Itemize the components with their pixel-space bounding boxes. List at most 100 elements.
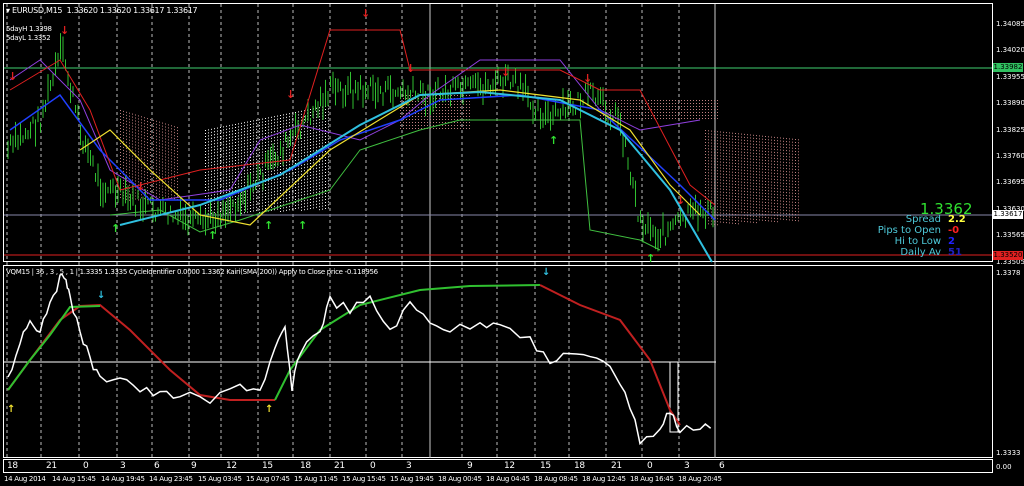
cloud-dot bbox=[223, 132, 224, 134]
cloud-dot bbox=[283, 186, 284, 188]
cloud-dot bbox=[265, 190, 266, 191]
cloud-dot bbox=[774, 181, 775, 183]
cloud-dot bbox=[741, 214, 742, 216]
cloud-dot bbox=[153, 146, 154, 148]
cloud-dot bbox=[171, 191, 172, 193]
cloud-dot bbox=[156, 177, 157, 179]
cloud-dot bbox=[168, 175, 169, 177]
cloud-dot bbox=[708, 166, 709, 168]
cloud-dot bbox=[150, 191, 151, 192]
cloud-dot bbox=[247, 157, 248, 159]
cloud-dot bbox=[165, 129, 166, 131]
cloud-dot bbox=[120, 164, 121, 165]
cloud-dot bbox=[135, 168, 136, 170]
cloud-dot bbox=[786, 162, 787, 164]
cloud-dot bbox=[711, 136, 712, 138]
cloud-dot bbox=[217, 163, 218, 165]
cloud-dot bbox=[208, 141, 209, 143]
cloud-dot bbox=[762, 150, 763, 152]
cloud-dot bbox=[153, 191, 154, 193]
cloud-dot bbox=[319, 161, 320, 163]
cloud-dot bbox=[271, 155, 272, 157]
cloud-dot bbox=[792, 213, 793, 215]
cloud-dot bbox=[238, 156, 239, 158]
cloud-dot bbox=[759, 192, 760, 194]
cloud-dot bbox=[313, 138, 314, 140]
cloud-dot bbox=[135, 195, 136, 197]
cloud-dot bbox=[624, 112, 625, 113]
cloud-dot bbox=[699, 109, 700, 110]
cloud-dot bbox=[277, 208, 278, 210]
cloud-dot bbox=[256, 209, 257, 211]
cloud-dot bbox=[141, 155, 142, 157]
cloud-dot bbox=[765, 142, 766, 143]
cloud-dot bbox=[132, 116, 133, 118]
cloud-dot bbox=[741, 199, 742, 201]
cloud-dot bbox=[265, 136, 266, 137]
cloud-dot bbox=[726, 138, 727, 140]
cloud-dot bbox=[675, 100, 676, 101]
cloud-dot bbox=[232, 151, 233, 153]
cloud-dot bbox=[280, 157, 281, 158]
cloud-dot bbox=[780, 173, 781, 175]
cloud-dot bbox=[162, 146, 163, 148]
cloud-dot bbox=[753, 179, 754, 181]
cloud-dot bbox=[129, 112, 130, 114]
cloud-dot bbox=[313, 135, 314, 137]
cloud-dot bbox=[156, 192, 157, 194]
cloud-dot bbox=[714, 169, 715, 171]
cloud-dot bbox=[271, 116, 272, 118]
cloud-dot bbox=[789, 165, 790, 167]
cloud-dot bbox=[307, 202, 308, 204]
cloud-dot bbox=[786, 204, 787, 206]
cloud-dot bbox=[439, 128, 440, 129]
cloud-dot bbox=[129, 199, 130, 201]
cloud-dot bbox=[798, 211, 799, 213]
cloud-dot bbox=[168, 163, 169, 165]
cloud-dot bbox=[307, 148, 308, 150]
cloud-dot bbox=[708, 130, 709, 132]
cloud-dot bbox=[256, 203, 257, 205]
cloud-dot bbox=[129, 160, 130, 162]
cloud-dot bbox=[298, 144, 299, 146]
cloud-dot bbox=[144, 126, 145, 128]
cloud-dot bbox=[741, 148, 742, 150]
cloud-dot bbox=[708, 115, 709, 116]
cloud-dot bbox=[729, 138, 730, 140]
cloud-dot bbox=[451, 110, 452, 111]
cloud-dot bbox=[735, 133, 736, 134]
cloud-dot bbox=[765, 190, 766, 191]
cloud-dot bbox=[448, 119, 449, 120]
cloud-dot bbox=[436, 116, 437, 117]
cloud-dot bbox=[120, 110, 121, 111]
cloud-dot bbox=[762, 144, 763, 146]
cloud-dot bbox=[241, 197, 242, 199]
cloud-dot bbox=[241, 200, 242, 202]
cloud-dot bbox=[304, 203, 305, 205]
cloud-dot bbox=[756, 159, 757, 161]
cloud-dot bbox=[765, 196, 766, 197]
cloud-dot bbox=[783, 194, 784, 196]
cloud-dot bbox=[771, 205, 772, 207]
cloud-dot bbox=[738, 133, 739, 135]
cloud-dot bbox=[322, 145, 323, 147]
cloud-dot bbox=[156, 138, 157, 140]
cloud-dot bbox=[409, 95, 410, 96]
cloud-dot bbox=[316, 164, 317, 166]
cloud-dot bbox=[292, 208, 293, 210]
cloud-dot bbox=[705, 160, 706, 161]
cloud-dot bbox=[135, 147, 136, 149]
cloud-dot bbox=[168, 190, 169, 192]
cloud-dot bbox=[729, 135, 730, 137]
cloud-dot bbox=[205, 175, 206, 176]
cloud-dot bbox=[735, 217, 736, 218]
cloud-dot bbox=[295, 187, 296, 188]
cloud-dot bbox=[741, 202, 742, 204]
cloud-dot bbox=[406, 128, 407, 129]
cloud-dot bbox=[726, 192, 727, 194]
cloud-dot bbox=[729, 219, 730, 221]
cloud-dot bbox=[606, 106, 607, 107]
cloud-dot bbox=[295, 178, 296, 179]
cloud-dot bbox=[774, 166, 775, 168]
cloud-dot bbox=[786, 177, 787, 179]
